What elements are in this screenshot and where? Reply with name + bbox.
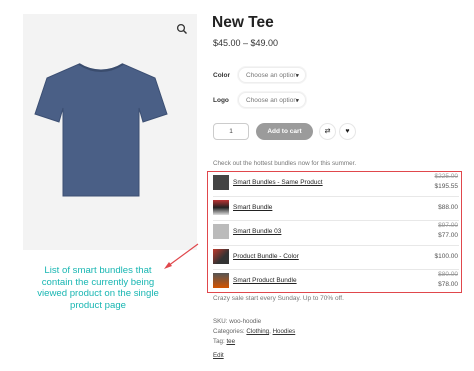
bundle-row[interactable]: Smart Product Bundle $80.00 $78.00 bbox=[213, 271, 461, 291]
bundle-row[interactable]: Smart Bundle 03 $97.00 $77.00 bbox=[213, 222, 461, 242]
bundle-thumbnail[interactable] bbox=[213, 200, 229, 215]
bundle-price: $88.00 bbox=[438, 204, 458, 211]
bundle-name-link[interactable]: Smart Bundles - Same Product bbox=[233, 179, 323, 186]
tag-label: Tag: bbox=[213, 338, 225, 345]
bundle-name-link[interactable]: Smart Product Bundle bbox=[233, 277, 297, 284]
sale-text: Crazy sale start every Sunday. Up to 70%… bbox=[213, 295, 344, 302]
sku-label: SKU: bbox=[213, 318, 228, 325]
magnifier-icon[interactable] bbox=[176, 23, 188, 35]
bundle-name-link[interactable]: Product Bundle - Color bbox=[233, 253, 299, 260]
tshirt-image bbox=[34, 63, 168, 197]
divider bbox=[213, 245, 459, 246]
divider bbox=[213, 269, 459, 270]
tag-line: Tag: tee bbox=[213, 338, 235, 345]
categories-label: Categories: bbox=[213, 328, 245, 335]
category-separator: , bbox=[269, 328, 271, 335]
bundle-name-link[interactable]: Smart Bundle bbox=[233, 204, 272, 211]
caret-down-icon: ▼ bbox=[295, 98, 300, 104]
bundle-price: $100.00 bbox=[434, 253, 459, 260]
logo-label: Logo bbox=[213, 97, 229, 104]
arrows-exchange-icon: ⇄ bbox=[324, 128, 331, 135]
bundles-intro-text: Check out the hottest bundles now for th… bbox=[213, 160, 357, 167]
bundle-old-price: $97.00 bbox=[438, 222, 458, 229]
heart-icon: ♥ bbox=[345, 128, 350, 135]
category-link-clothing[interactable]: Clothing bbox=[246, 328, 269, 335]
bundle-row[interactable]: Product Bundle - Color $100.00 bbox=[213, 247, 461, 267]
tag-link-tee[interactable]: tee bbox=[226, 338, 235, 345]
sku-line: SKU: woo-hoodie bbox=[213, 318, 261, 325]
bundle-row[interactable]: Smart Bundles - Same Product $225.00 $19… bbox=[213, 173, 461, 193]
color-select-value: Choose an option bbox=[246, 72, 297, 79]
caret-down-icon: ▼ bbox=[295, 73, 300, 79]
edit-link[interactable]: Edit bbox=[213, 352, 224, 359]
bundle-price: $77.00 bbox=[438, 232, 458, 239]
bundle-thumbnail[interactable] bbox=[213, 224, 229, 239]
categories-line: Categories: Clothing, Hoodies bbox=[213, 328, 295, 335]
bundle-price: $195.55 bbox=[434, 183, 459, 190]
color-label: Color bbox=[213, 72, 230, 79]
annotation-callout: List of smart bundles that contain the c… bbox=[37, 265, 159, 311]
bundle-old-price: $80.00 bbox=[438, 271, 458, 278]
logo-select[interactable]: Choose an option ▼ bbox=[238, 92, 306, 108]
bundle-thumbnail[interactable] bbox=[213, 249, 229, 264]
bundle-name-link[interactable]: Smart Bundle 03 bbox=[233, 228, 281, 235]
product-title: New Tee bbox=[212, 14, 274, 31]
product-price: $45.00 – $49.00 bbox=[213, 38, 279, 48]
sku-value: woo-hoodie bbox=[229, 318, 262, 325]
quantity-input[interactable]: 1 bbox=[213, 123, 249, 140]
compare-button[interactable]: ⇄ bbox=[319, 123, 336, 140]
wishlist-button[interactable]: ♥ bbox=[339, 123, 356, 140]
add-to-cart-button[interactable]: Add to cart bbox=[256, 123, 313, 140]
logo-select-value: Choose an option bbox=[246, 97, 297, 104]
divider bbox=[213, 196, 459, 197]
bundle-thumbnail[interactable] bbox=[213, 175, 229, 190]
bundle-thumbnail[interactable] bbox=[213, 273, 229, 288]
bundle-row[interactable]: Smart Bundle $88.00 bbox=[213, 198, 461, 218]
divider bbox=[213, 220, 459, 221]
bundle-old-price: $225.00 bbox=[434, 173, 459, 180]
category-link-hoodies[interactable]: Hoodies bbox=[273, 328, 296, 335]
bundle-price: $78.00 bbox=[438, 281, 458, 288]
annotation-arrow-icon bbox=[164, 243, 199, 269]
color-select[interactable]: Choose an option ▼ bbox=[238, 67, 306, 83]
